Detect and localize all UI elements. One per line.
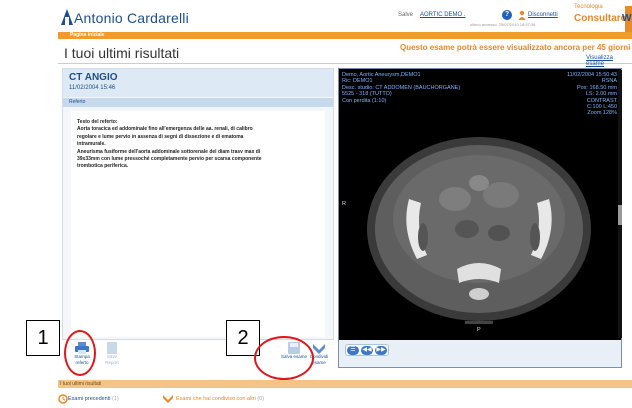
brand-name: Consultare: [574, 13, 627, 24]
user-link[interactable]: AORTIC DEMO .: [420, 12, 466, 18]
callout-1: 1: [26, 320, 60, 356]
share-icon: [313, 344, 325, 354]
shared-exams-link[interactable]: Esami che hai condiviso con altri (0): [176, 396, 264, 402]
exam-header: CT ANGIO 11/02/2004 15:46: [63, 69, 333, 97]
report-line: intramurale.: [77, 141, 106, 148]
footer-title: I tuoi ultimi risultati: [60, 381, 102, 387]
brand-mark: W: [622, 13, 632, 24]
nav-bar: Pagina iniziale: [58, 32, 632, 39]
report-line: Testo del referto:: [77, 119, 118, 125]
report-line: Aneurisma fusiforme dell'aorta addominal…: [77, 148, 261, 155]
footer-header: I tuoi ultimi risultati: [58, 380, 632, 388]
hospital-logo-icon: [61, 9, 73, 25]
highlight-circle-print: [64, 330, 96, 376]
image-info: 11/02/2004 15:50:43 RSNA Pos: 168.50 mm …: [567, 72, 617, 117]
report-line: 39x33mm con lume pressoché completamente…: [77, 156, 262, 163]
app-header: Antonio Cardarelli Salve AORTIC DEMO . ?…: [0, 0, 632, 32]
expiry-warning: Questo esame potrà essere visualizzato a…: [400, 43, 631, 52]
previous-image-icon[interactable]: ◀◀: [361, 346, 373, 355]
exam-date: 11/02/2004 15:46: [69, 85, 116, 91]
hospital-name: Antonio Cardarelli: [74, 10, 189, 26]
last-access: ultimo accesso: 25/07/2010 18:57:38: [470, 22, 536, 27]
orientation-posterior: P: [477, 327, 481, 333]
study-info: Demo, Aortic Aneurysm,DEMO1 Ric: DEMO1 D…: [342, 72, 460, 104]
report-box: Testo del referto: Aorta toracica ed add…: [71, 111, 325, 337]
orientation-right: R: [342, 201, 346, 207]
page-title: I tuoi ultimi risultati: [64, 45, 180, 61]
compression-info: Con perdita (1:10): [342, 97, 387, 104]
viewer-navigation[interactable]: ☰ ◀◀ ▶▶: [345, 344, 389, 356]
title-row: I tuoi ultimi risultati Questo esame pot…: [58, 40, 632, 67]
next-image-icon[interactable]: ▶▶: [375, 346, 387, 355]
report-line: trombotica periferica.: [77, 163, 129, 170]
view-exam-link[interactable]: Visualizza esame: [586, 55, 632, 67]
grid-layout-icon[interactable]: ☰: [347, 346, 359, 355]
exam-title: CT ANGIO: [69, 72, 118, 83]
image-info-line: Zoom 128%: [587, 110, 617, 117]
previous-exams-label: Esami precedenti: [68, 396, 111, 402]
greeting: Salve: [398, 12, 414, 18]
previous-exams-count: (1): [112, 396, 119, 402]
logout-icon[interactable]: [518, 10, 526, 20]
report-section-label: Referto: [69, 99, 86, 105]
logout-link[interactable]: Disconnetti: [528, 12, 558, 18]
previous-exams-link[interactable]: Esami precedenti (1): [68, 396, 119, 402]
report-line: regolare e lume pervio in assenza di seg…: [77, 133, 244, 140]
viewer-scroll-thumb[interactable]: [618, 205, 622, 225]
exam-panel: CT ANGIO 11/02/2004 15:46 Referto Testo …: [62, 68, 334, 340]
report-text: Testo del referto: Aorta toracica ed add…: [77, 119, 313, 171]
highlight-circle-save: [254, 336, 314, 380]
brand-tagline: Tecnologia: [574, 4, 603, 10]
shared-exams-count: (0): [257, 396, 265, 402]
document-icon: [107, 342, 117, 354]
help-icon[interactable]: ?: [502, 10, 512, 20]
footer: I tuoi ultimi risultati Esami precedenti…: [58, 368, 632, 408]
save-report-button[interactable]: Save Report: [100, 342, 124, 365]
report-section-bar: Referto: [63, 98, 333, 107]
ct-viewer[interactable]: Demo, Aortic Aneurysm,DEMO1 Ric: DEMO1 D…: [338, 68, 622, 368]
shared-exams-icon: [163, 395, 173, 403]
history-icon: [58, 394, 68, 404]
report-line: Aorta toracica ed addominale fino all'em…: [77, 126, 253, 133]
shared-exams-label: Esami che hai condiviso con altri: [176, 396, 256, 402]
viewer-scrollbar[interactable]: [618, 70, 622, 338]
home-link[interactable]: Pagina iniziale: [70, 32, 104, 39]
save-report-label: Save Report: [105, 354, 119, 365]
